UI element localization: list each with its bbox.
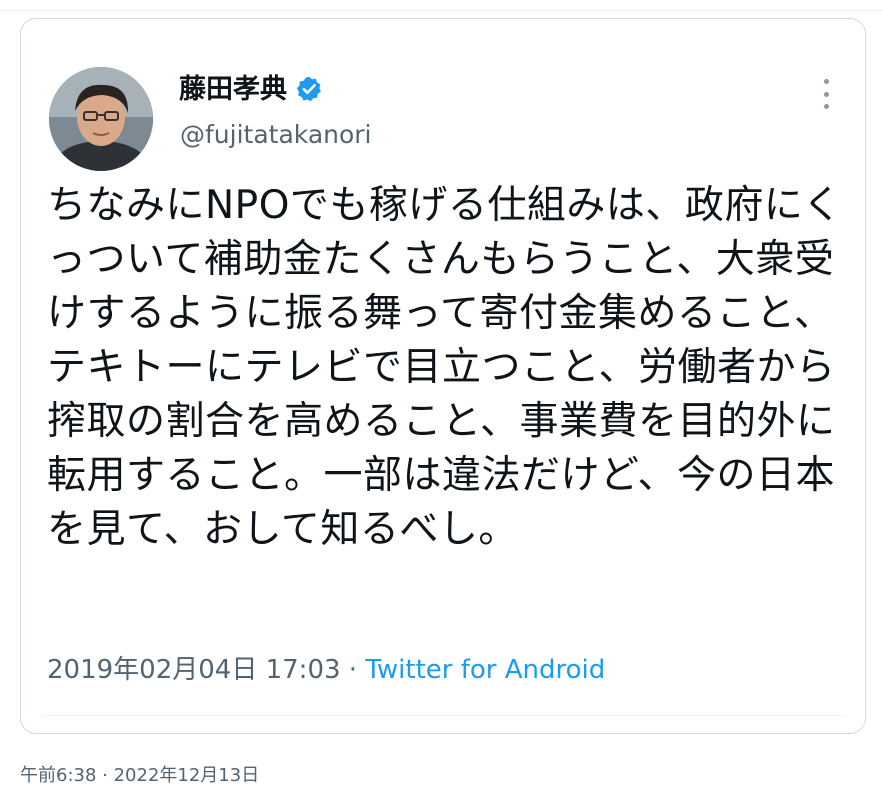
tweet-meta: 2019年02月04日 17:03 · Twitter for Android xyxy=(47,657,605,683)
display-name[interactable]: 藤田孝典 xyxy=(179,76,287,103)
tweet-text: ちなみにNPOでも稼げる仕組みは、政府にくっついて補助金たくさんもらうこと、大衆… xyxy=(47,183,843,552)
post-date: 午前6:38 · 2022年12月13日 xyxy=(20,765,260,786)
more-dot xyxy=(823,104,829,109)
top-edge-divider xyxy=(0,0,882,11)
tweet-timestamp[interactable]: 2019年02月04日 17:03 xyxy=(47,655,341,685)
card-divider xyxy=(41,715,845,716)
tweet-source-link[interactable]: Twitter for Android xyxy=(365,655,605,685)
avatar[interactable] xyxy=(49,67,153,171)
more-dot xyxy=(823,79,829,84)
user-handle[interactable]: @fujitatakanori xyxy=(180,122,372,147)
avatar-image xyxy=(49,67,153,171)
more-options-icon[interactable] xyxy=(821,79,831,109)
verified-badge-icon xyxy=(295,75,323,103)
meta-separator: · xyxy=(340,655,366,685)
embedded-tweet-card[interactable]: 藤田孝典 @fujitatakanori ちなみにNPOでも稼げる仕組みは、政府… xyxy=(20,18,866,734)
more-dot xyxy=(823,91,829,97)
author-name-row[interactable]: 藤田孝典 xyxy=(179,75,323,103)
